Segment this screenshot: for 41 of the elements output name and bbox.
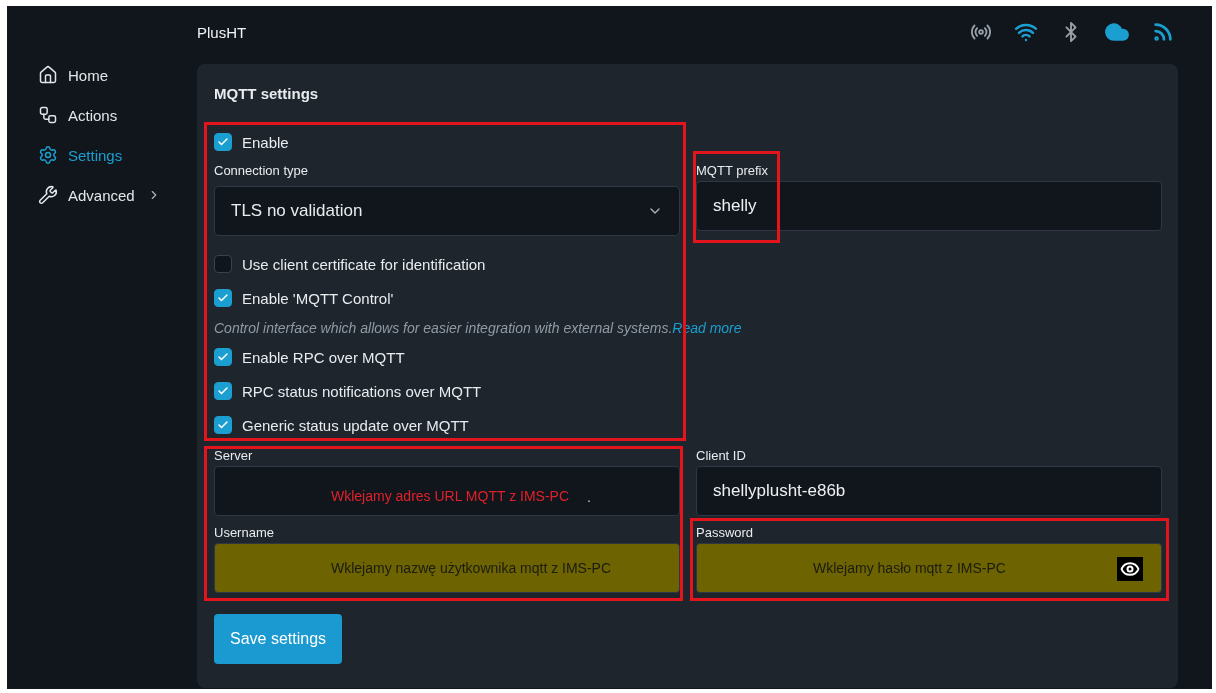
checkbox[interactable] (214, 289, 232, 307)
panel-title: MQTT settings (214, 84, 320, 104)
check-icon (217, 385, 229, 397)
device-title: PlusHT (197, 23, 247, 41)
checkbox-label: Enable 'MQTT Control' (242, 289, 394, 307)
nav-item[interactable]: Advanced (38, 184, 197, 206)
network-icon (38, 105, 58, 125)
eye-icon (1120, 559, 1140, 579)
checkbox-label: Use client certificate for identification (242, 255, 486, 273)
dot-mark: . (587, 489, 591, 505)
field-label: Client ID (696, 448, 747, 464)
nav-item[interactable]: Settings (38, 144, 197, 166)
settings-icon (38, 145, 58, 165)
checkbox-label: Enable (242, 133, 289, 151)
field-label: Server (214, 448, 254, 464)
nav-item[interactable]: Home (38, 64, 197, 86)
feed-icon[interactable] (1152, 21, 1174, 43)
text-field[interactable]: Wklejamy adres URL MQTT z IMS-PC . (214, 466, 680, 516)
check-icon (217, 136, 229, 148)
field-label: Password (696, 525, 755, 541)
text-field[interactable]: shelly (696, 181, 1162, 231)
field-label: Username (214, 525, 275, 541)
field-label: Connection type (214, 163, 309, 179)
checkbox[interactable] (214, 348, 232, 366)
home-icon (38, 65, 58, 85)
check-icon (217, 292, 229, 304)
checkbox[interactable] (214, 382, 232, 400)
field-label: MQTT prefix (696, 163, 769, 179)
checkbox[interactable] (214, 416, 232, 434)
text-field[interactable]: shellyplusht-e86b (696, 466, 1162, 516)
checkbox-label: RPC status notifications over MQTT (242, 382, 482, 400)
checkbox-label: Generic status update over MQTT (242, 416, 469, 434)
check-icon (217, 351, 229, 363)
show-password-button[interactable] (1117, 557, 1143, 581)
checkbox-label: Enable RPC over MQTT (242, 348, 405, 366)
check-icon (217, 419, 229, 431)
connection-type-select[interactable]: TLS no validation (214, 186, 680, 236)
wrench-icon (38, 185, 58, 205)
nav-item[interactable]: Actions (38, 104, 197, 126)
checkbox[interactable] (214, 255, 232, 273)
checkbox[interactable] (214, 133, 232, 151)
